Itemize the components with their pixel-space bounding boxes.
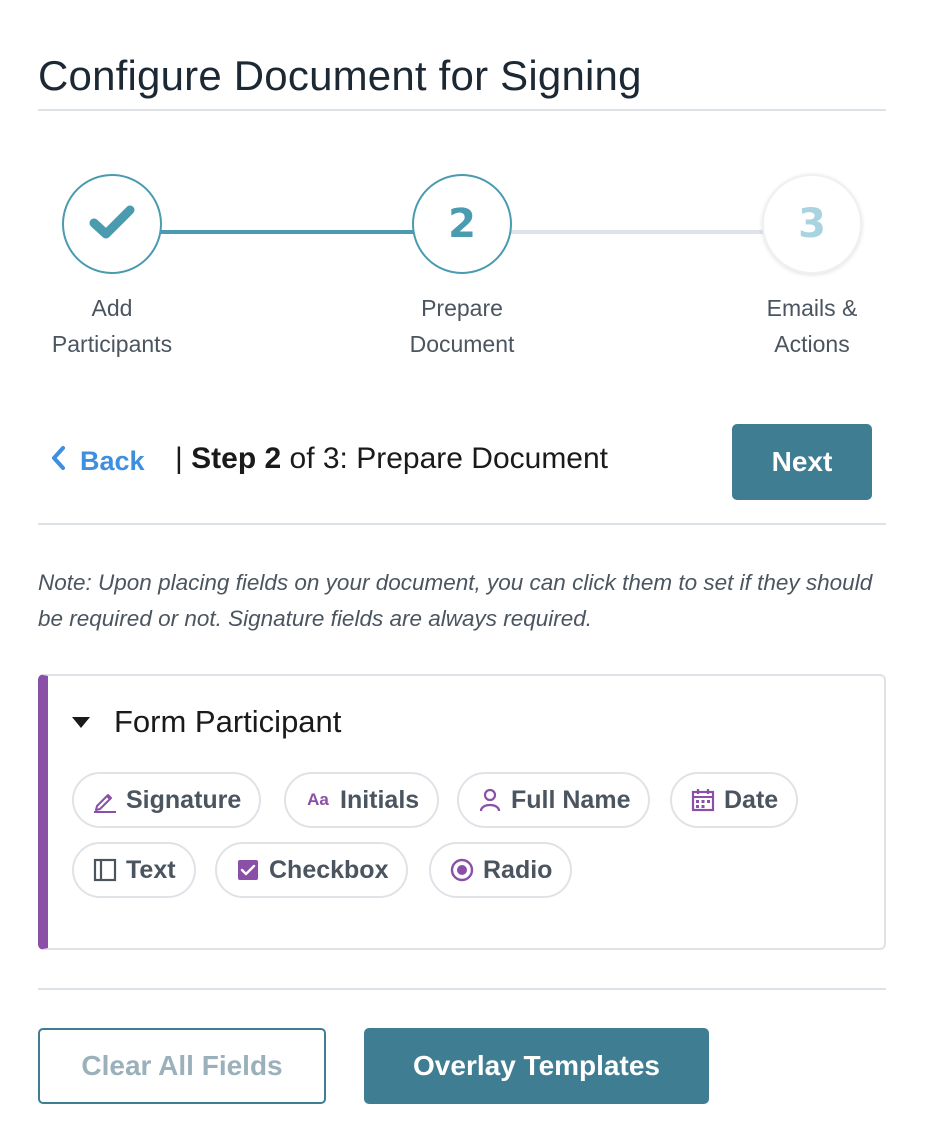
person-icon (477, 787, 503, 813)
field-label: Initials (340, 785, 420, 814)
footer-divider (38, 988, 886, 990)
field-label: Checkbox (269, 855, 389, 884)
field-chip-text[interactable]: Text (72, 842, 196, 898)
nav-divider (38, 523, 886, 525)
step-heading-prefix: | (175, 442, 192, 475)
field-label: Signature (126, 785, 242, 814)
next-button[interactable]: Next (732, 424, 872, 500)
step-3-label-line2: Actions (774, 331, 850, 357)
checkbox-icon (235, 857, 261, 883)
participant-card: Form Participant Signature Aa Initials F… (38, 674, 886, 950)
field-chip-full-name[interactable]: Full Name (457, 772, 651, 828)
step-1-label: Add Participants (12, 290, 212, 362)
step-3-label: Emails & Actions (712, 290, 912, 362)
placement-note: Note: Upon placing fields on your docume… (38, 570, 873, 631)
field-chip-initials[interactable]: Aa Initials (284, 772, 440, 828)
field-label: Date (724, 785, 779, 814)
step-heading-bold: Step 2 (191, 442, 282, 475)
step-3-label-line1: Emails & (766, 295, 858, 321)
participant-toggle[interactable]: Form Participant (72, 704, 341, 740)
step-connector-1-2 (160, 230, 416, 234)
field-label: Text (126, 855, 176, 884)
back-label: Back (80, 446, 145, 476)
field-chip-signature[interactable]: Signature (72, 772, 262, 828)
title-divider (38, 109, 886, 111)
step-heading-rest: of 3: Prepare Document (281, 442, 609, 475)
step-1-circle[interactable] (62, 174, 162, 274)
field-chip-radio[interactable]: Radio (429, 842, 573, 898)
step-2-label-line1: Prepare (421, 295, 503, 321)
checkmark-icon (89, 204, 135, 245)
clear-all-fields-button[interactable]: Clear All Fields (38, 1028, 326, 1104)
chevron-left-icon (50, 444, 66, 479)
step-heading: | Step 2 of 3: Prepare Document (175, 442, 608, 476)
step-1-label-line2: Participants (51, 331, 173, 357)
step-2-circle[interactable]: 2 (412, 174, 512, 274)
field-label: Full Name (511, 785, 631, 814)
step-3-circle[interactable]: 3 (762, 174, 862, 274)
step-3-number: 3 (798, 201, 826, 247)
caret-down-icon (72, 716, 90, 728)
field-chip-date[interactable]: Date (670, 772, 799, 828)
pen-icon (92, 787, 118, 813)
overlay-templates-button[interactable]: Overlay Templates (364, 1028, 709, 1104)
initials-icon: Aa (307, 790, 329, 809)
step-connector-2-3 (508, 230, 764, 234)
text-box-icon (92, 857, 118, 883)
step-2-number: 2 (448, 201, 476, 247)
calendar-icon (690, 787, 716, 813)
participant-name: Form Participant (114, 704, 342, 739)
back-link[interactable]: Back (50, 444, 145, 479)
step-1-label-line1: Add (91, 295, 133, 321)
radio-icon (449, 857, 475, 883)
field-label: Radio (483, 855, 553, 884)
step-2-label-line2: Document (409, 331, 515, 357)
field-chip-checkbox[interactable]: Checkbox (215, 842, 409, 898)
step-2-label: Prepare Document (362, 290, 562, 362)
page-title: Configure Document for Signing (38, 52, 642, 99)
